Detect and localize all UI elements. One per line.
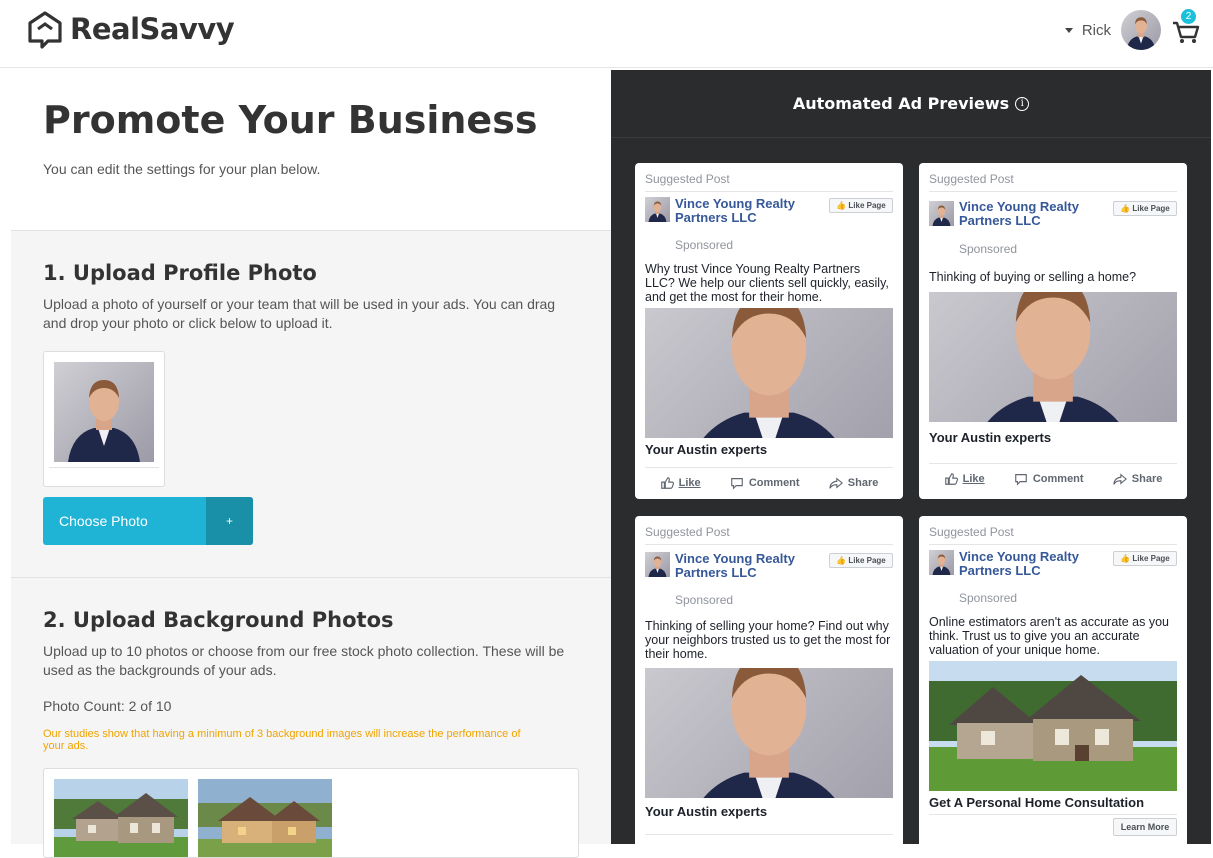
logo-house-icon: [28, 11, 62, 49]
section-description: Upload up to 10 photos or choose from ou…: [43, 643, 565, 678]
background-photos-dropzone[interactable]: [43, 768, 579, 858]
page-avatar: [645, 197, 670, 222]
ad-actions: Like Comment Share: [645, 476, 893, 490]
share-icon: [1113, 474, 1127, 485]
upload-background-section: 2. Upload Background Photos Upload up to…: [11, 577, 611, 858]
share-icon: [829, 478, 843, 489]
ad-image: [645, 308, 893, 438]
cart-count-badge: 2: [1181, 9, 1196, 24]
share-action[interactable]: Share: [829, 476, 878, 490]
section-description: Upload a photo of yourself or your team …: [43, 296, 556, 331]
comment-action[interactable]: Comment: [730, 476, 800, 490]
upload-profile-section: 1. Upload Profile Photo Upload a photo o…: [11, 230, 611, 577]
page-avatar: [645, 552, 670, 577]
background-photo[interactable]: [198, 779, 332, 858]
like-action[interactable]: Like: [660, 476, 701, 490]
photo-count: Photo Count: 2 of 10: [43, 698, 172, 714]
suggested-post-label: Suggested Post: [645, 525, 730, 539]
like-action[interactable]: Like: [944, 472, 985, 486]
ad-headline: Your Austin experts: [645, 442, 768, 457]
like-page-button[interactable]: 👍 Like Page: [1113, 201, 1177, 216]
profile-photo-dropzone[interactable]: [43, 351, 165, 487]
page-name[interactable]: Vince Young Realty Partners LLC: [959, 550, 1079, 578]
ad-headline: Get A Personal Home Consultation: [929, 795, 1145, 810]
page-header: Promote Your Business You can edit the s…: [11, 70, 611, 230]
choose-photo-label: Choose Photo: [59, 513, 148, 529]
ad-previews-panel: Automated Ad Previews i Suggested Post V…: [611, 70, 1211, 844]
like-page-button[interactable]: 👍 Like Page: [829, 553, 893, 568]
thumbs-up-icon: [944, 473, 958, 485]
ad-preview-card: Suggested Post Vince Young Realty Partne…: [635, 163, 903, 499]
ad-preview-card: Suggested Post Vince Young Realty Partne…: [919, 516, 1187, 844]
ad-body-text: Online estimators aren't as accurate as …: [929, 615, 1170, 657]
top-bar: RealSavvy Rick 2: [0, 0, 1213, 68]
comment-icon: [731, 478, 743, 489]
ad-image: [929, 661, 1177, 791]
user-name[interactable]: Rick: [1082, 22, 1111, 39]
suggested-post-label: Suggested Post: [645, 172, 730, 186]
sponsored-label: Sponsored: [959, 242, 1018, 256]
choose-photo-button[interactable]: Choose Photo +: [43, 497, 253, 545]
previews-title: Automated Ad Previews: [792, 94, 1010, 113]
ad-preview-card: Suggested Post Vince Young Realty Partne…: [919, 163, 1187, 499]
page-title: Promote Your Business: [43, 98, 538, 142]
photo-hint: Our studies show that having a minimum o…: [43, 728, 521, 752]
share-action[interactable]: Share: [1113, 472, 1162, 486]
avatar[interactable]: [1121, 10, 1161, 50]
page-avatar: [929, 550, 954, 575]
comment-action[interactable]: Comment: [1014, 472, 1084, 486]
comment-icon: [1015, 474, 1027, 485]
background-photo[interactable]: [54, 779, 188, 858]
ad-body-text: Thinking of buying or selling a home?: [929, 270, 1137, 284]
like-page-button[interactable]: 👍 Like Page: [1113, 551, 1177, 566]
ad-body-text: Thinking of selling your home? Find out …: [645, 619, 891, 661]
brand-name: RealSavvy: [70, 12, 235, 46]
suggested-post-label: Suggested Post: [929, 172, 1014, 186]
thumbs-up-icon: [660, 477, 674, 489]
cart-button[interactable]: 2: [1171, 9, 1201, 45]
page-subtitle: You can edit the settings for your plan …: [43, 161, 321, 177]
ad-headline: Your Austin experts: [929, 430, 1052, 445]
sponsored-label: Sponsored: [959, 591, 1018, 605]
page-avatar: [929, 201, 954, 226]
caret-down-icon[interactable]: [1064, 27, 1073, 33]
page-name[interactable]: Vince Young Realty Partners LLC: [675, 197, 795, 225]
page-name[interactable]: Vince Young Realty Partners LLC: [959, 200, 1079, 228]
ad-headline: Your Austin experts: [645, 804, 768, 819]
user-menu[interactable]: Rick 2: [1064, 8, 1213, 52]
ad-preview-card: Suggested Post Vince Young Realty Partne…: [635, 516, 903, 844]
ad-actions: Like Comment Share: [929, 472, 1177, 486]
plus-icon[interactable]: +: [206, 497, 253, 545]
brand-logo[interactable]: RealSavvy: [26, 9, 235, 49]
suggested-post-label: Suggested Post: [929, 525, 1014, 539]
previews-header: Automated Ad Previews i: [611, 70, 1211, 138]
section-title: 1. Upload Profile Photo: [43, 261, 317, 285]
learn-more-button[interactable]: Learn More: [1113, 818, 1177, 836]
sponsored-label: Sponsored: [675, 238, 734, 252]
section-title: 2. Upload Background Photos: [43, 608, 394, 632]
sponsored-label: Sponsored: [675, 593, 734, 607]
ad-image: [645, 668, 893, 798]
like-page-button[interactable]: 👍 Like Page: [829, 198, 893, 213]
page-name[interactable]: Vince Young Realty Partners LLC: [675, 552, 795, 580]
info-icon[interactable]: i: [1015, 96, 1030, 111]
ad-image: [929, 292, 1177, 422]
settings-panel: Promote Your Business You can edit the s…: [11, 70, 611, 858]
ad-body-text: Why trust Vince Young Realty Partners LL…: [645, 262, 889, 304]
profile-photo: [54, 362, 154, 462]
